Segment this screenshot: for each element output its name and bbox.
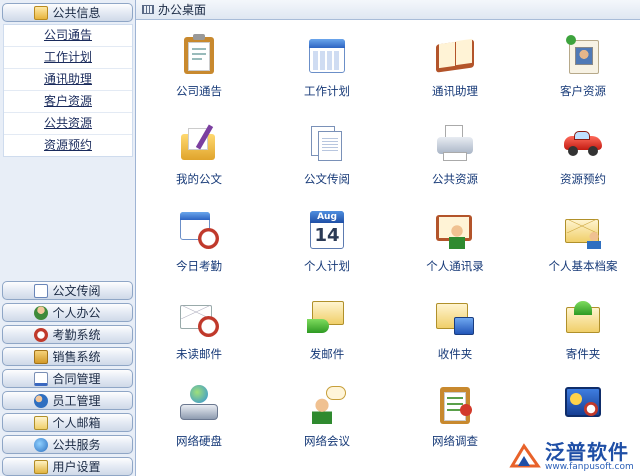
grid-icon [142, 5, 154, 14]
desktop-icon-grid: 公司通告 工作计划 通讯助理 客户资源 我的公文 公文传阅 公共资源 资源预约 … [136, 21, 640, 476]
section-user-settings[interactable]: 用户设置 [2, 457, 133, 476]
desktop-titlebar: 办公桌面 [136, 0, 640, 20]
documents-icon [306, 122, 348, 164]
section-personal-mailbox[interactable]: 个人邮箱 [2, 413, 133, 432]
sub-item-customer-resources[interactable]: 客户资源 [4, 91, 132, 113]
brand-watermark: 泛普软件 www.fanpusoft.com [508, 440, 636, 474]
car-icon [562, 122, 604, 164]
tile-label: 客户资源 [560, 84, 606, 98]
tile-label: 网络会议 [304, 434, 350, 448]
sub-menu: 公司通告 工作计划 通讯助理 客户资源 公共资源 资源预约 [3, 24, 133, 157]
inbox-icon [434, 297, 476, 339]
folder-icon [34, 5, 49, 20]
section-public-info[interactable]: 公共信息 [2, 3, 133, 22]
section-personal-office[interactable]: 个人办公 [2, 303, 133, 322]
contract-icon [34, 371, 49, 386]
tile-contact-assistant[interactable]: 通讯助理 [392, 34, 518, 104]
person-book-icon [434, 209, 476, 251]
tile-my-documents[interactable]: 我的公文 [136, 122, 262, 192]
address-book-icon [434, 34, 476, 76]
section-document-circulation[interactable]: 公文传阅 [2, 281, 133, 300]
brand-logo-icon [509, 443, 541, 468]
date-calendar-icon: Aug 14 [306, 209, 348, 251]
brand-name: 泛普软件 [545, 440, 629, 464]
main-panel: 办公桌面 公司通告 工作计划 通讯助理 客户资源 我的公文 公文传阅 公共资源 … [136, 0, 640, 476]
tile-label: 公司通告 [176, 84, 222, 98]
calendar-clock-icon [178, 209, 220, 251]
send-mail-icon [306, 297, 348, 339]
printer-icon [434, 122, 476, 164]
tile-label: 网络调查 [432, 434, 478, 448]
users-icon [34, 393, 49, 408]
sub-item-public-resources[interactable]: 公共资源 [4, 113, 132, 135]
desktop-settings-icon [562, 384, 604, 426]
tile-label: 公共资源 [432, 172, 478, 186]
tile-inbox[interactable]: 收件夹 [392, 297, 518, 367]
tile-label: 工作计划 [304, 84, 350, 98]
meeting-icon [306, 384, 348, 426]
contact-card-icon [562, 34, 604, 76]
box-icon [34, 349, 49, 364]
tile-label: 发邮件 [309, 347, 345, 361]
mail-clock-icon [178, 297, 220, 339]
tile-document-circulation[interactable]: 公文传阅 [264, 122, 390, 192]
section-sales[interactable]: 销售系统 [2, 347, 133, 366]
tile-online-meeting[interactable]: 网络会议 [264, 384, 390, 454]
profile-envelope-icon [562, 209, 604, 251]
tile-today-attendance[interactable]: 今日考勤 [136, 209, 262, 279]
tile-personal-contacts[interactable]: 个人通讯录 [392, 209, 518, 279]
notice-clipboard-icon [178, 34, 220, 76]
section-contracts[interactable]: 合同管理 [2, 369, 133, 388]
outbox-icon [562, 297, 604, 339]
folder-pen-icon [178, 122, 220, 164]
tile-online-survey[interactable]: 网络调查 [392, 384, 518, 454]
tile-label: 我的公文 [176, 172, 222, 186]
globe-icon [34, 437, 49, 452]
clock-icon [34, 327, 49, 342]
tile-label: 收件夹 [437, 347, 473, 361]
tile-label: 公文传阅 [304, 172, 350, 186]
tile-network-drive[interactable]: 网络硬盘 [136, 384, 262, 454]
calendar-icon [306, 34, 348, 76]
sub-item-resource-booking[interactable]: 资源预约 [4, 135, 132, 156]
tile-company-notice[interactable]: 公司通告 [136, 34, 262, 104]
section-label: 公共信息 [52, 6, 101, 20]
tile-personal-plan[interactable]: Aug 14 个人计划 [264, 209, 390, 279]
survey-icon [434, 384, 476, 426]
page-title: 办公桌面 [158, 3, 207, 17]
sub-item-contact-assistant[interactable]: 通讯助理 [4, 69, 132, 91]
tile-outbox[interactable]: 寄件夹 [520, 297, 640, 367]
section-attendance[interactable]: 考勤系统 [2, 325, 133, 344]
sub-item-company-notice[interactable]: 公司通告 [4, 25, 132, 47]
tile-label: 寄件夹 [565, 347, 601, 361]
tile-send-mail[interactable]: 发邮件 [264, 297, 390, 367]
tile-personal-profile[interactable]: 个人基本档案 [520, 209, 640, 279]
tile-resource-booking[interactable]: 资源预约 [520, 122, 640, 192]
user-settings-icon [34, 459, 49, 474]
section-public-services[interactable]: 公共服务 [2, 435, 133, 454]
tile-label: 未读邮件 [176, 347, 222, 361]
tile-label: 个人计划 [304, 259, 350, 273]
tile-label: 今日考勤 [176, 259, 222, 273]
tile-work-plan[interactable]: 工作计划 [264, 34, 390, 104]
sub-item-work-plan[interactable]: 工作计划 [4, 47, 132, 69]
mail-icon [34, 415, 49, 430]
tile-label: 资源预约 [560, 172, 606, 186]
person-icon [34, 305, 49, 320]
brand-url: www.fanpusoft.com [545, 462, 634, 472]
tile-unread-mail[interactable]: 未读邮件 [136, 297, 262, 367]
tile-label: 个人通讯录 [426, 259, 484, 273]
network-drive-icon [178, 384, 220, 426]
tile-label: 网络硬盘 [176, 434, 222, 448]
tile-label: 个人基本档案 [548, 259, 618, 273]
tile-public-resources[interactable]: 公共资源 [392, 122, 518, 192]
tile-customer-resources[interactable]: 客户资源 [520, 34, 640, 104]
section-staff[interactable]: 员工管理 [2, 391, 133, 410]
tile-label: 通讯助理 [432, 84, 478, 98]
sidebar: 公共信息 公司通告 工作计划 通讯助理 客户资源 公共资源 资源预约 公文传阅 … [0, 0, 136, 476]
documents-icon [34, 283, 49, 298]
